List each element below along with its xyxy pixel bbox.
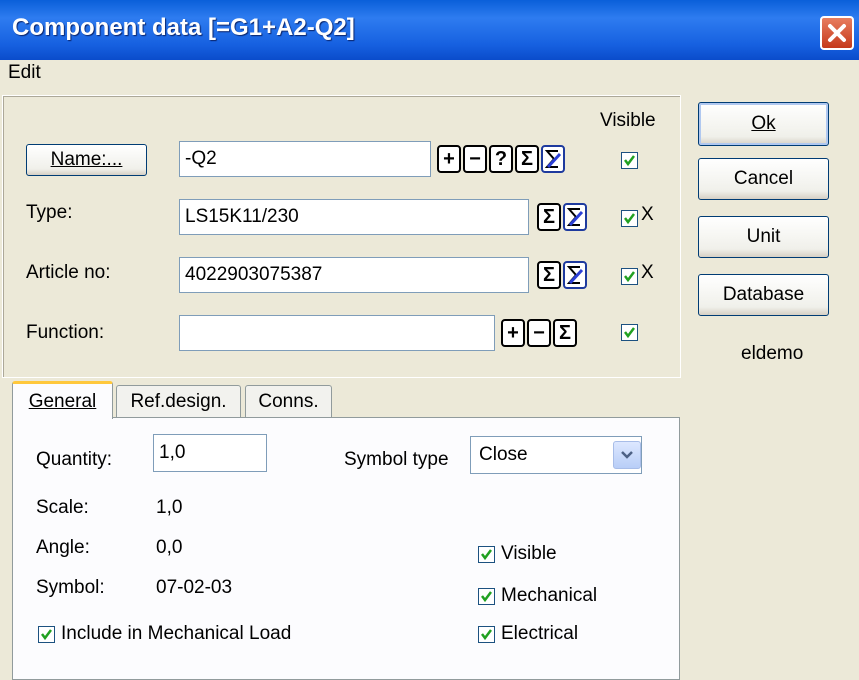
sigma-button[interactable]: Σ (515, 145, 539, 173)
tab-general[interactable]: General (12, 381, 113, 419)
tab-ref-design[interactable]: Ref.design. (116, 385, 241, 417)
scale-label: Scale: (36, 497, 89, 518)
function-label: Function: (26, 322, 105, 343)
type-sigma-button[interactable]: Σ (537, 203, 561, 231)
check-icon (481, 549, 492, 561)
ok-button[interactable]: Ok (698, 102, 829, 146)
angle-label: Angle: (36, 537, 90, 558)
visible-label[interactable]: Visible (501, 543, 557, 565)
electrical-checkbox[interactable] (478, 626, 495, 643)
close-icon (828, 24, 846, 42)
sigma-icon: Σ (520, 148, 533, 170)
symbol-label: Symbol: (36, 577, 105, 598)
dropdown-arrow[interactable] (613, 441, 641, 469)
menu-bar (0, 60, 859, 88)
symbol-type-label: Symbol type (344, 449, 449, 470)
check-icon (624, 213, 635, 225)
quantity-input[interactable]: 1,0 (153, 434, 267, 472)
type-sigma-edit-button[interactable] (563, 203, 587, 231)
help-button[interactable]: ? (489, 145, 513, 173)
minus-icon: − (533, 322, 545, 344)
symbol-type-select[interactable]: Close (470, 436, 642, 474)
project-name: eldemo (741, 343, 804, 364)
tab-general-label: General (28, 390, 97, 412)
name-input[interactable]: -Q2 (179, 141, 431, 177)
sigma-icon: Σ (542, 206, 555, 228)
menu-edit[interactable]: Edit (8, 62, 41, 84)
include-mech-load-checkbox[interactable] (38, 626, 55, 643)
tab-conns[interactable]: Conns. (245, 385, 332, 417)
mechanical-checkbox[interactable] (478, 588, 495, 605)
function-plus-button[interactable]: + (501, 319, 525, 347)
function-sigma-button[interactable]: Σ (553, 319, 577, 347)
name-button-label: Name:... (50, 149, 123, 170)
sigma-icon: Σ (558, 322, 571, 344)
symbol-value: 07-02-03 (156, 577, 233, 598)
plus-icon: + (443, 148, 455, 170)
function-visible-checkbox[interactable] (621, 324, 638, 341)
visible-column-header: Visible (600, 110, 656, 131)
name-visible-checkbox[interactable] (621, 152, 638, 169)
ok-label: Ok (751, 113, 776, 134)
type-label: Type: (26, 202, 73, 223)
unit-button[interactable]: Unit (698, 216, 829, 258)
question-icon: ? (494, 148, 508, 170)
close-button[interactable] (820, 16, 854, 50)
minus-button[interactable]: − (463, 145, 487, 173)
unit-label: Unit (746, 226, 781, 247)
plus-button[interactable]: + (437, 145, 461, 173)
visible-checkbox[interactable] (478, 546, 495, 563)
sigma-edit-button[interactable] (541, 145, 565, 173)
function-minus-button[interactable]: − (527, 319, 551, 347)
type-clear-x[interactable]: X (641, 204, 654, 226)
article-label: Article no: (26, 262, 111, 283)
article-visible-checkbox[interactable] (621, 268, 638, 285)
name-button[interactable]: Name:... (26, 144, 147, 176)
database-button[interactable]: Database (698, 274, 829, 316)
type-input[interactable]: LS15K11/230 (179, 199, 529, 235)
scale-value: 1,0 (156, 497, 183, 518)
function-input[interactable] (179, 315, 495, 351)
check-icon (624, 155, 635, 167)
angle-value: 0,0 (156, 537, 183, 558)
type-visible-checkbox[interactable] (621, 210, 638, 227)
article-input[interactable]: 4022903075387 (179, 257, 529, 293)
sigma-pencil-icon (566, 208, 584, 227)
article-sigma-button[interactable]: Σ (537, 261, 561, 289)
electrical-label[interactable]: Electrical (501, 623, 578, 645)
include-mech-load-label[interactable]: Include in Mechanical Load (61, 623, 291, 645)
sigma-icon: Σ (542, 264, 555, 286)
minus-icon: − (469, 148, 481, 170)
database-label: Database (722, 284, 805, 305)
plus-icon: + (507, 322, 519, 344)
check-icon (481, 629, 492, 641)
cancel-label: Cancel (733, 168, 794, 189)
sigma-pencil-icon (544, 150, 562, 169)
quantity-label: Quantity: (36, 449, 113, 470)
article-clear-x[interactable]: X (641, 262, 654, 284)
check-icon (41, 629, 52, 641)
tab-ref-design-label: Ref.design. (130, 390, 227, 412)
article-sigma-edit-button[interactable] (563, 261, 587, 289)
check-icon (624, 271, 635, 283)
window-title: Component data [=G1+A2-Q2] (12, 14, 355, 41)
mechanical-label[interactable]: Mechanical (501, 585, 597, 607)
sigma-pencil-icon (566, 266, 584, 285)
cancel-button[interactable]: Cancel (698, 158, 829, 200)
chevron-down-icon (621, 451, 633, 459)
check-icon (624, 327, 635, 339)
tab-conns-label: Conns. (258, 390, 319, 412)
symbol-type-value: Close (479, 444, 528, 465)
check-icon (481, 591, 492, 603)
